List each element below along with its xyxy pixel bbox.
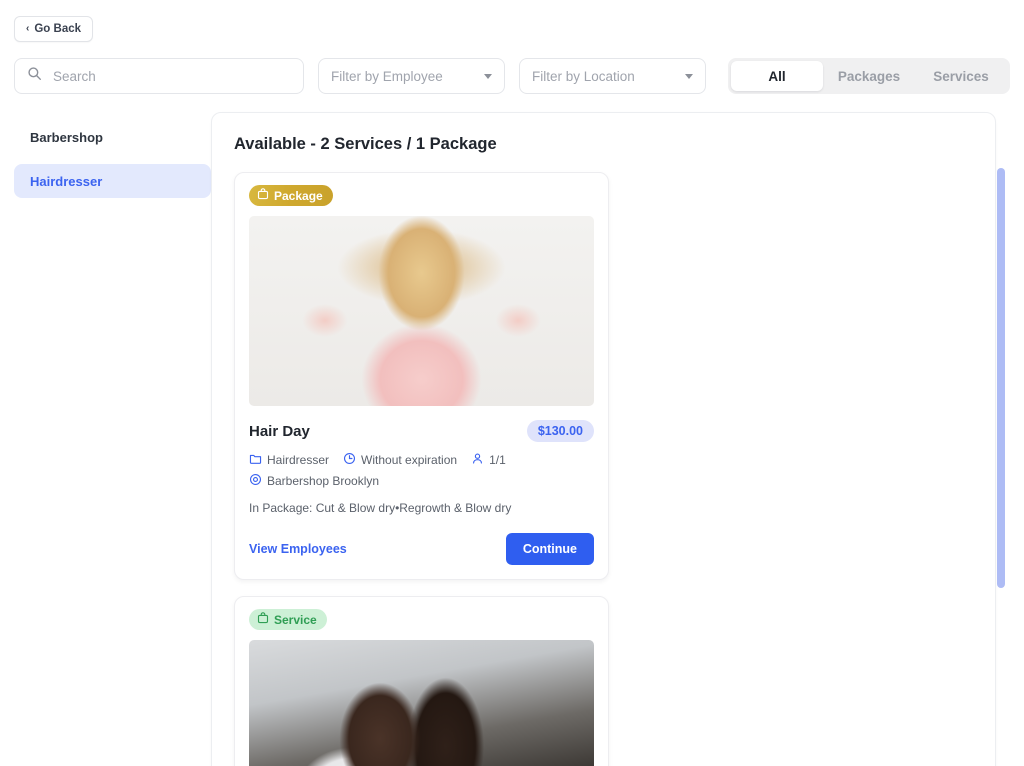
search-input[interactable] [51, 68, 291, 85]
card-grid: Package Hair Day $130.00 [234, 172, 973, 766]
employee-filter-select[interactable]: Filter by Employee [318, 58, 505, 94]
category-sidebar: Barbershop Hairdresser [14, 112, 211, 740]
tab-all[interactable]: All [731, 61, 823, 91]
location-pin-icon [249, 473, 262, 489]
meta-category: Hairdresser [249, 452, 329, 468]
card-title: Hair Day [249, 423, 310, 440]
card-header: Hair Day $130.00 [249, 420, 594, 442]
page-title: Available - 2 Services / 1 Package [234, 135, 973, 154]
card-footer: View Employees Continue [249, 533, 594, 565]
card-image-cut-blow-dry [249, 640, 594, 766]
status-badge-label: Service [274, 613, 317, 627]
view-employees-link[interactable]: View Employees [249, 542, 347, 556]
in-package-text: In Package: Cut & Blow dry•Regrowth & Bl… [249, 501, 594, 515]
content-area: Barbershop Hairdresser Available - 2 Ser… [0, 94, 1024, 740]
results-panel-wrapper: Available - 2 Services / 1 Package Pac [211, 112, 996, 740]
folder-icon [249, 452, 262, 468]
location-filter-select[interactable]: Filter by Location [519, 58, 706, 94]
card-meta-row: Hairdresser Without expiration [249, 452, 594, 468]
bag-icon [257, 612, 269, 627]
tab-packages[interactable]: Packages [823, 61, 915, 91]
service-card[interactable]: Service Cut & Blow dry $60.00 [234, 596, 609, 766]
chevron-down-icon [484, 74, 492, 79]
status-badge: Package [249, 185, 333, 206]
bag-icon [257, 188, 269, 203]
meta-duration: Without expiration [343, 452, 457, 468]
continue-button[interactable]: Continue [506, 533, 594, 565]
type-tab-group: All Packages Services [728, 58, 1010, 94]
go-back-label: Go Back [34, 23, 81, 35]
meta-text: Barbershop Brooklyn [267, 474, 379, 488]
meta-location: Barbershop Brooklyn [249, 473, 379, 489]
sidebar-item-barbershop[interactable]: Barbershop [14, 120, 211, 154]
meta-text: Without expiration [361, 453, 457, 467]
search-icon [27, 66, 42, 86]
card-image-hair-day [249, 216, 594, 406]
person-icon [471, 452, 484, 468]
price-badge: $130.00 [527, 420, 594, 442]
status-badge: Service [249, 609, 327, 630]
results-panel-inner: Available - 2 Services / 1 Package Pac [212, 113, 995, 766]
location-filter-label: Filter by Location [532, 69, 635, 84]
chevron-left-icon: ‹ [26, 24, 29, 34]
meta-text: 1/1 [489, 453, 506, 467]
sidebar-item-label: Barbershop [30, 130, 103, 145]
status-badge-label: Package [274, 189, 323, 203]
filter-bar: Filter by Employee Filter by Location Al… [0, 42, 1024, 94]
service-card[interactable]: Package Hair Day $130.00 [234, 172, 609, 580]
top-bar: ‹ Go Back [0, 0, 1024, 42]
meta-capacity: 1/1 [471, 452, 506, 468]
sidebar-item-hairdresser[interactable]: Hairdresser [14, 164, 211, 198]
sidebar-item-label: Hairdresser [30, 174, 102, 189]
go-back-button[interactable]: ‹ Go Back [14, 16, 93, 42]
clock-icon [343, 452, 356, 468]
results-panel: Available - 2 Services / 1 Package Pac [211, 112, 996, 766]
meta-text: Hairdresser [267, 453, 329, 467]
employee-filter-label: Filter by Employee [331, 69, 443, 84]
scrollbar-thumb[interactable] [997, 168, 1005, 588]
tab-services[interactable]: Services [915, 61, 1007, 91]
search-field[interactable] [14, 58, 304, 94]
panel-scrollbar[interactable] [997, 112, 1005, 740]
chevron-down-icon [685, 74, 693, 79]
card-meta-row-secondary: Barbershop Brooklyn [249, 473, 594, 489]
